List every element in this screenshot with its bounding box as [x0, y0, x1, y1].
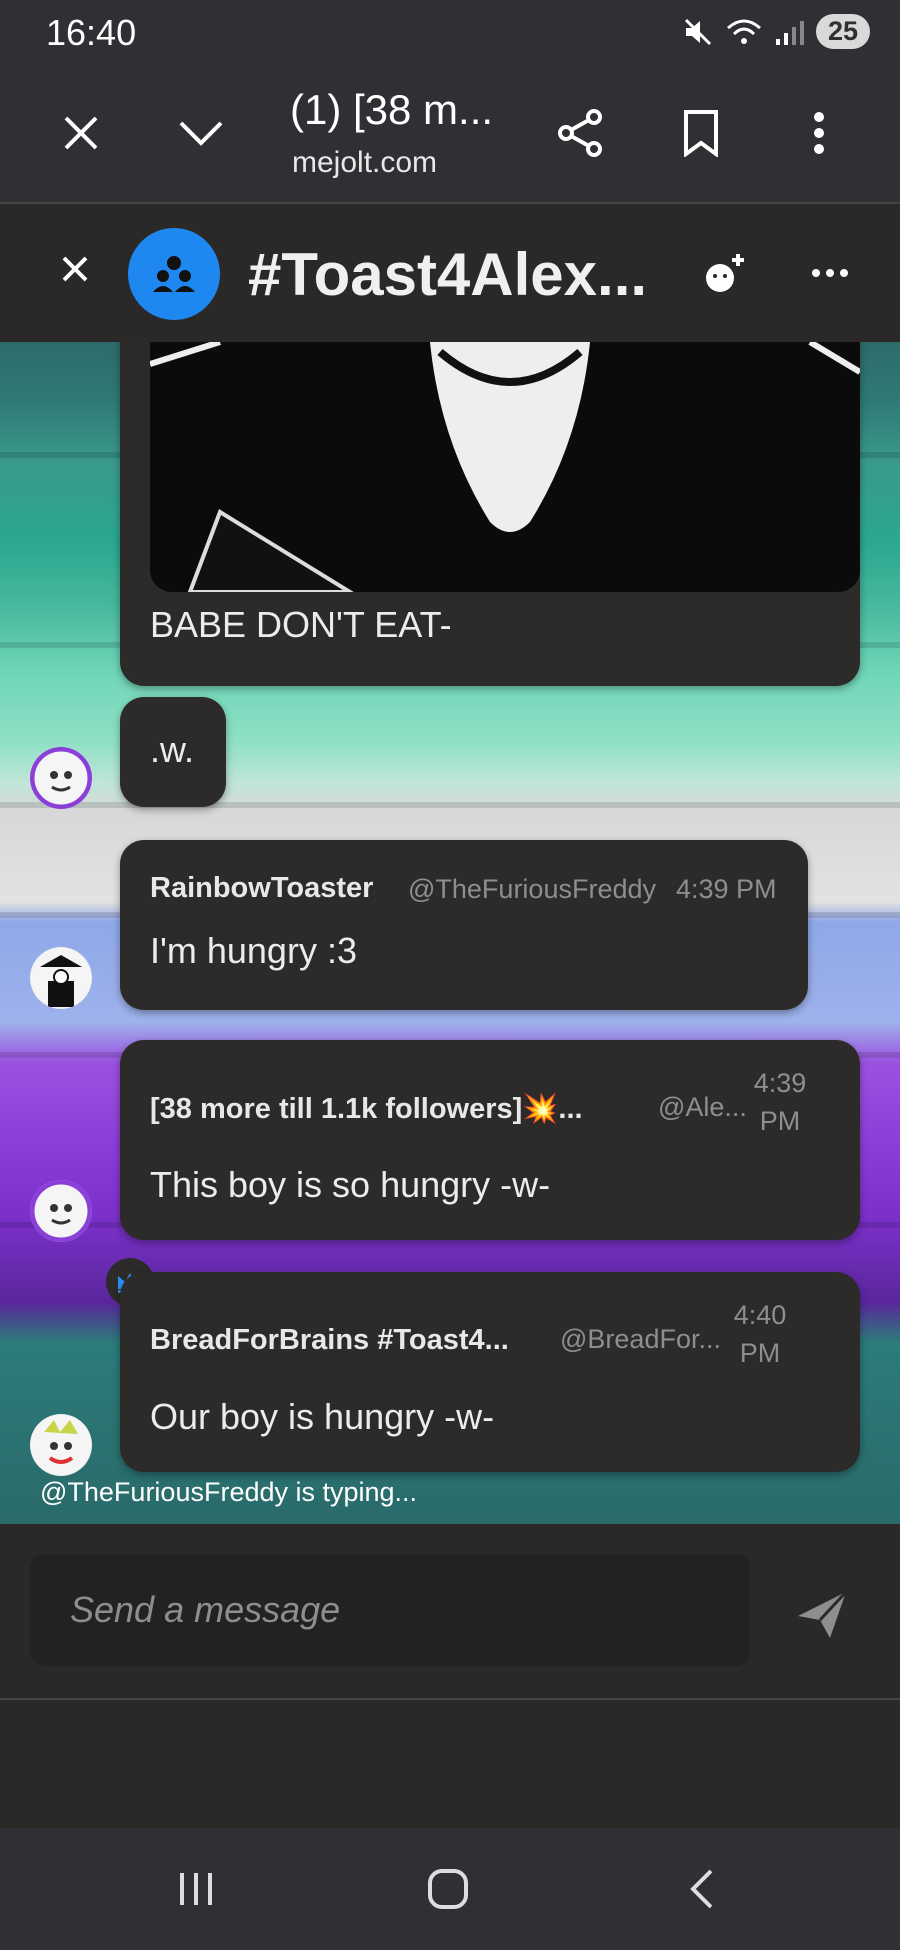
user-avatar[interactable] [30, 1414, 92, 1476]
page-url[interactable]: mejolt.com [292, 146, 437, 180]
message-text: BABE DON'T EAT- [150, 604, 452, 645]
avatar-image [31, 1415, 91, 1475]
send-icon [798, 1590, 848, 1638]
message-composer [0, 1524, 900, 1700]
overflow-menu-button[interactable] [782, 96, 856, 170]
minimize-button[interactable] [164, 96, 238, 170]
message-author[interactable]: [38 more till 1.1k followers]💥... [150, 1092, 583, 1126]
more-vertical-icon [814, 112, 824, 154]
message-time: 4:40 PM [733, 1300, 787, 1368]
bookmark-button[interactable] [664, 96, 738, 170]
message-text: Our boy is hungry -w- [150, 1396, 495, 1437]
send-button[interactable] [790, 1582, 854, 1646]
chevron-down-icon [179, 121, 223, 146]
message-text: This boy is so hungry -w- [150, 1164, 551, 1205]
message-input[interactable] [30, 1554, 750, 1666]
message-handle[interactable]: @BreadFor... [560, 1324, 721, 1355]
wifi-icon [726, 19, 761, 44]
status-icons: 25 [682, 14, 870, 49]
back-button[interactable] [652, 1850, 752, 1928]
signal-icon [775, 20, 804, 45]
share-button[interactable] [544, 96, 618, 170]
add-user-icon [706, 254, 744, 292]
typing-indicator: @TheFuriousFreddy is typing... [40, 1477, 418, 1507]
message-author[interactable]: BreadForBrains #Toast4... [150, 1324, 509, 1357]
chat-options-button[interactable] [800, 248, 860, 298]
chat-title: #Toast4Alex... [248, 241, 648, 308]
more-horizontal-icon [812, 269, 820, 277]
home-button[interactable] [398, 1850, 498, 1928]
system-navigation-bar [0, 1828, 900, 1950]
mute-icon [684, 18, 712, 45]
message-text: .w. [150, 729, 195, 770]
home-icon [428, 1869, 468, 1909]
avatar-image [30, 1180, 92, 1242]
chat-messages[interactable]: BABE DON'T EAT- .w. RainbowToaster @TheF… [0, 342, 900, 1524]
back-icon [690, 1869, 713, 1909]
image-content [150, 342, 860, 592]
user-avatar[interactable] [30, 1180, 92, 1242]
message-bubble[interactable]: [38 more till 1.1k followers]💥... @Ale..… [120, 1040, 860, 1240]
empty-space [0, 1700, 900, 1828]
add-member-button[interactable] [700, 248, 750, 298]
status-bar: 16:40 25 [0, 0, 900, 66]
close-icon [64, 116, 98, 150]
message-handle[interactable]: @TheFuriousFreddy [408, 874, 656, 905]
bookmark-icon [684, 110, 718, 157]
message-time: 4:39 PM [753, 1068, 807, 1136]
message-author[interactable]: RainbowToaster [150, 872, 373, 905]
avatar-image [31, 948, 91, 1008]
chat-header: #Toast4Alex... [0, 204, 900, 342]
share-icon [558, 109, 602, 157]
user-avatar[interactable] [30, 947, 92, 1009]
message-text: I'm hungry :3 [150, 930, 357, 971]
message-handle[interactable]: @Ale... [658, 1092, 747, 1123]
browser-toolbar: (1) [38 m... mejolt.com [0, 66, 900, 204]
group-icon [153, 256, 195, 292]
recent-apps-button[interactable] [146, 1850, 246, 1928]
message-bubble[interactable]: BreadForBrains #Toast4... @BreadFor... 4… [120, 1272, 860, 1472]
status-time: 16:40 [46, 12, 137, 53]
message-bubble[interactable]: RainbowToaster @TheFuriousFreddy 4:39 PM… [120, 840, 808, 1010]
close-tab-button[interactable] [44, 96, 118, 170]
message-bubble[interactable]: .w. [120, 697, 226, 807]
message-time: 4:39 PM [676, 874, 777, 904]
avatar-image [30, 747, 92, 809]
message-image[interactable] [150, 342, 860, 592]
page-title: (1) [38 m... [290, 86, 494, 133]
close-icon [62, 256, 88, 282]
close-chat-button[interactable] [50, 244, 100, 294]
battery-level: 25 [815, 14, 870, 49]
group-avatar[interactable] [128, 228, 220, 320]
recents-icon [180, 1873, 212, 1905]
user-avatar[interactable] [30, 747, 92, 809]
